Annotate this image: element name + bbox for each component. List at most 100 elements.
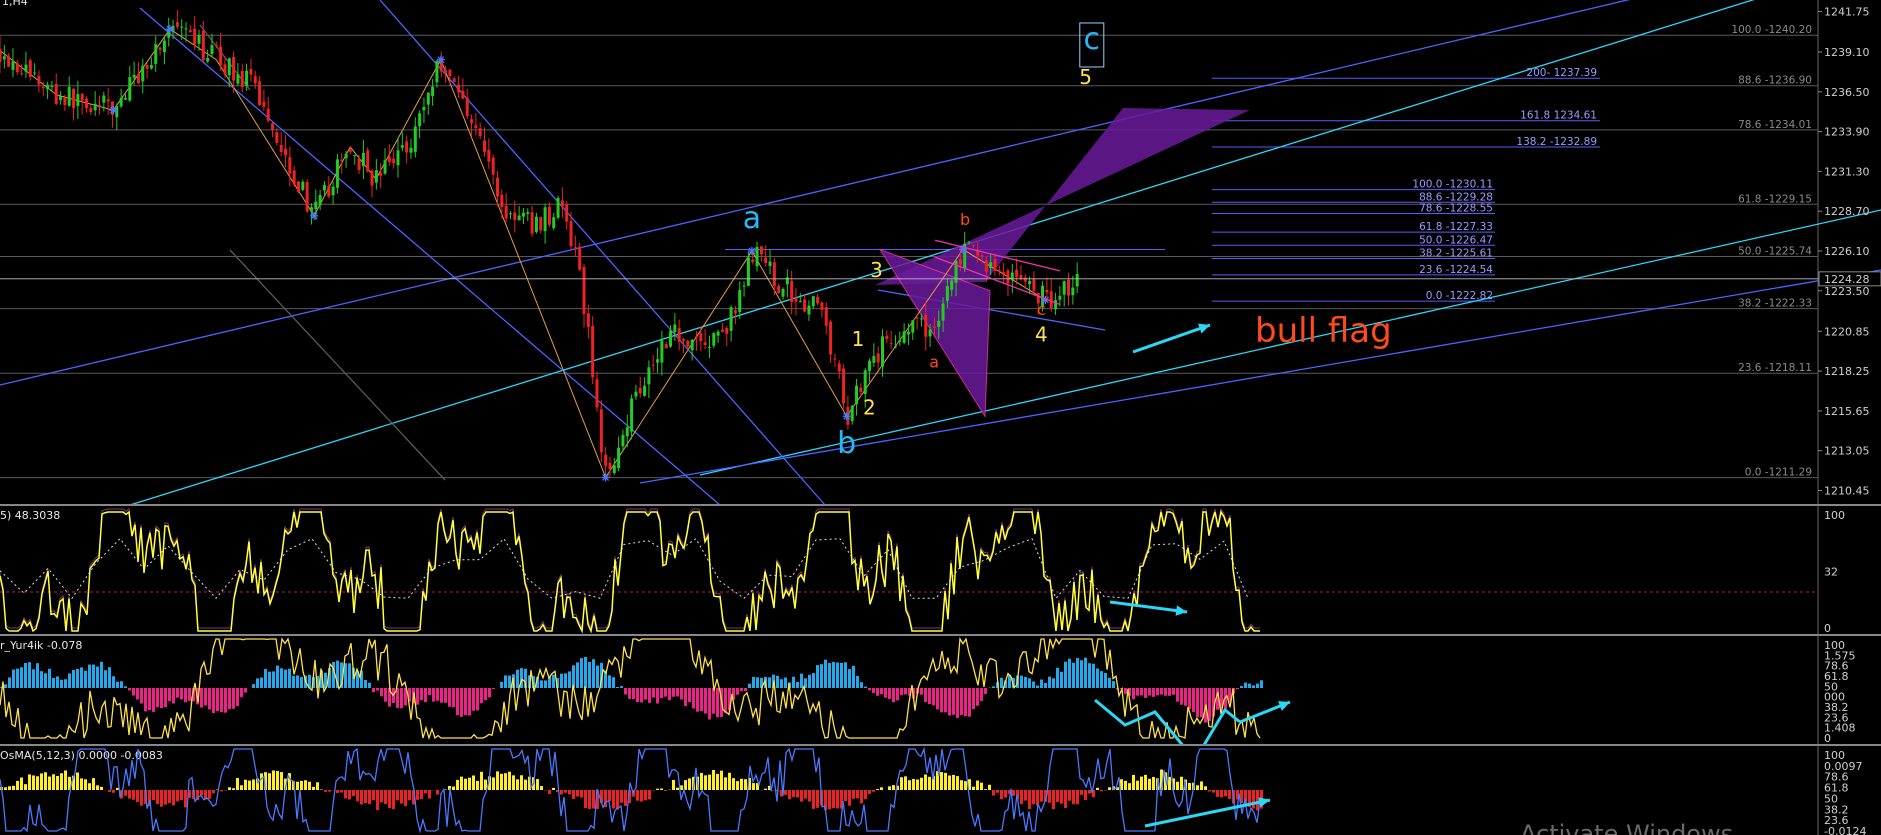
price-tick-label: 1228.70 [1824, 205, 1870, 218]
osc3-bar [388, 790, 391, 809]
fib-level-label: 23.6 -1218.11 [1738, 362, 1812, 374]
candle-body [556, 197, 560, 218]
candle-body [141, 65, 145, 82]
candle-body [746, 257, 750, 286]
osc3-bar [1136, 780, 1139, 790]
osc2-bar [32, 669, 35, 688]
candle-body [232, 56, 236, 81]
osc3-bar [972, 786, 975, 790]
osc2-bar [852, 665, 855, 688]
osc3-bar [392, 790, 395, 810]
osc3-bar [540, 786, 543, 790]
osc2-bar [1080, 660, 1083, 688]
candle-body [361, 152, 365, 166]
osc2-bar [384, 688, 387, 702]
osc2-bar [844, 662, 847, 688]
osc2-bar [1024, 676, 1027, 688]
osc3-bar [788, 790, 791, 800]
candle-body [461, 90, 465, 99]
candle-body [495, 177, 499, 197]
candle-body [751, 259, 755, 262]
osc3-bar [492, 777, 495, 790]
osc2-bar [972, 688, 975, 710]
candle-body [664, 344, 668, 349]
osc2-bar [12, 669, 15, 688]
price-tick-label: 1226.10 [1824, 245, 1870, 258]
osc3-bar [516, 779, 519, 790]
osc2-bar [264, 669, 267, 688]
osc3-bar [568, 790, 571, 795]
price-tick-label: 1236.50 [1824, 86, 1870, 99]
candle-body [106, 99, 110, 102]
candle-body [690, 340, 694, 351]
osc2-bar [80, 667, 83, 688]
osc2-bar [188, 688, 191, 701]
osc2-bar [220, 688, 223, 713]
candle-body [699, 333, 703, 342]
osc2-bar [640, 688, 643, 703]
candle-body [582, 267, 586, 314]
candle-body [76, 94, 80, 106]
osc2-bar [64, 679, 67, 688]
candle-body [340, 159, 344, 161]
candle-body [764, 257, 768, 264]
osc2-bar [560, 673, 563, 688]
osc2-bar [856, 675, 859, 688]
osc2-bar [860, 682, 863, 688]
osc2-bar [56, 676, 59, 688]
candle-body [759, 246, 763, 255]
osc2-bar [800, 673, 803, 688]
osc2-bar [116, 681, 119, 688]
osc3-bar [408, 790, 411, 801]
osc2-bar [376, 688, 379, 691]
candle-body [305, 181, 309, 212]
osc2-bar [20, 667, 23, 688]
osc3-bar [1252, 790, 1255, 809]
osc2-bar [684, 688, 687, 707]
fib-level-label: 78.6 -1234.01 [1738, 119, 1812, 131]
osc2-bar [1196, 688, 1199, 718]
wave-label: c [1084, 22, 1101, 57]
candle-body [253, 76, 257, 84]
osc3-bar [44, 772, 47, 790]
osc2-bar [140, 688, 143, 704]
candle-body [733, 310, 737, 314]
swing-marker [165, 25, 174, 34]
osc3-bar [244, 779, 247, 790]
osc3-bar [1196, 785, 1199, 790]
candle-body [20, 73, 24, 75]
candle-body [145, 65, 149, 69]
candle-body [236, 74, 240, 84]
candle-body [370, 170, 374, 186]
osc3-bar [252, 779, 255, 790]
osc2-bar [1180, 688, 1183, 705]
candle-body [612, 465, 616, 474]
osc2-bar [156, 688, 159, 708]
candle-body [275, 132, 279, 143]
candle-body [301, 181, 305, 190]
osc2-bar [920, 688, 923, 695]
osc3-bar [1032, 790, 1035, 805]
osc2-bar [868, 688, 871, 691]
osc3-bar [960, 780, 963, 790]
candle-body [859, 387, 863, 392]
osc2-bar [172, 688, 175, 704]
osc3-bar [620, 790, 623, 803]
osc2-bar [808, 674, 811, 688]
osc3-bar [136, 790, 139, 802]
fib-extension-label: 161.8 1234.61 [1520, 110, 1597, 122]
osc3-bar [1180, 776, 1183, 790]
osc2-bar [836, 662, 839, 688]
candle-body [1028, 281, 1032, 285]
osc3-bar [240, 785, 243, 790]
osc3-bar [308, 781, 311, 790]
candle-body [128, 77, 132, 101]
osc2-bar [724, 688, 727, 713]
osc2-bar [200, 688, 203, 708]
osc3-bar [1068, 790, 1071, 801]
osc2-bar [812, 673, 815, 688]
osc2-bar [928, 688, 931, 705]
osc3-bar [208, 790, 211, 799]
candle-body [331, 186, 335, 196]
osc2-bar [612, 677, 615, 688]
